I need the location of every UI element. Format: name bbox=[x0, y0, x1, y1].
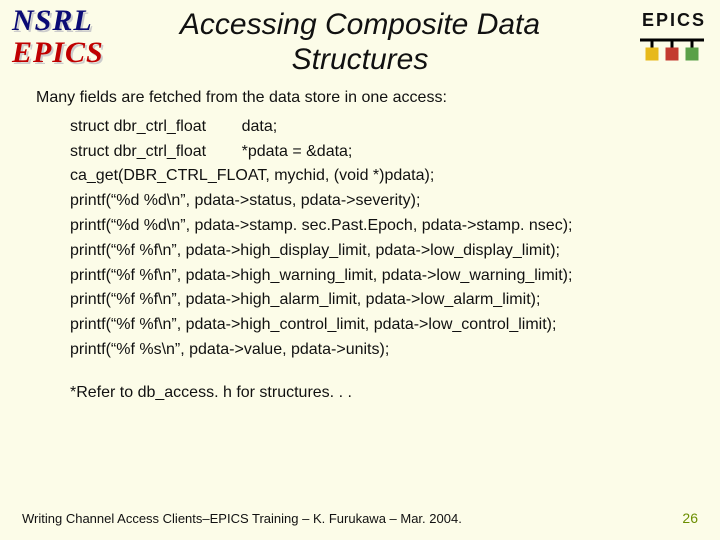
code-block: struct dbr_ctrl_float data; struct dbr_c… bbox=[70, 115, 700, 363]
footnote: *Refer to db_access. h for structures. .… bbox=[70, 381, 700, 406]
page-number: 26 bbox=[682, 510, 698, 526]
intro-text: Many fields are fetched from the data st… bbox=[36, 86, 700, 111]
epics-label-right: EPICS bbox=[642, 10, 706, 31]
epics-logo-text-left: EPICS bbox=[12, 36, 104, 70]
slide-content: Many fields are fetched from the data st… bbox=[36, 86, 700, 406]
nsrl-logo-text: NSRL bbox=[12, 4, 93, 38]
epics-logo-icon bbox=[640, 34, 704, 62]
slide-title: Accessing Composite Data Structures bbox=[120, 8, 600, 77]
footer-text: Writing Channel Access Clients–EPICS Tra… bbox=[22, 511, 462, 526]
